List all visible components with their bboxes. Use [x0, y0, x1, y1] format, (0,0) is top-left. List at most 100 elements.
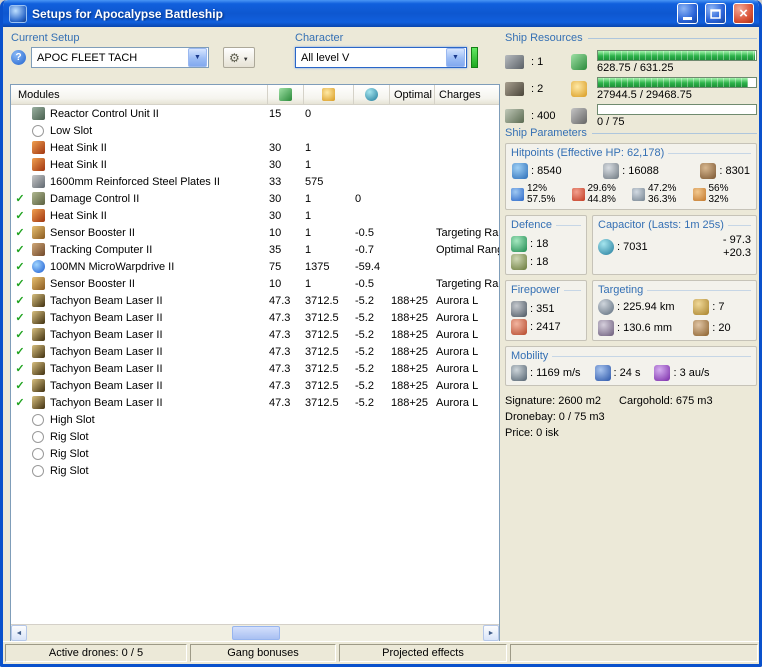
module-charge[interactable]: Targeting Ran	[434, 278, 499, 290]
module-charge[interactable]: Aurora L	[434, 312, 499, 324]
titlebar[interactable]: Setups for Apocalypse Battleship	[3, 0, 759, 27]
charges-column-header[interactable]: Charges	[434, 85, 499, 104]
module-name: Tracking Computer II	[50, 243, 153, 256]
heat-sink-icon	[31, 158, 45, 171]
empty-slot-icon	[32, 464, 44, 477]
setups-window: Setups for Apocalypse Battleship Current…	[0, 0, 762, 667]
module-active-checkmark[interactable]: ✓	[11, 328, 29, 341]
heat-sink-icon	[31, 141, 45, 154]
active-drones-panel: Active drones: 0 / 5	[5, 644, 187, 662]
module-charge[interactable]: Aurora L	[434, 329, 499, 341]
module-row[interactable]: ✓ Tachyon Beam Laser II 47.3 3712.5 -5.2…	[11, 377, 499, 394]
maximize-button[interactable]	[705, 3, 726, 24]
module-row[interactable]: High Slot	[11, 411, 499, 428]
modules-column-header[interactable]: Modules	[11, 89, 267, 101]
module-active-checkmark[interactable]: ✓	[11, 396, 29, 409]
minimize-button[interactable]	[677, 3, 698, 24]
module-active-checkmark[interactable]: ✓	[11, 311, 29, 324]
module-active-checkmark[interactable]: ✓	[11, 294, 29, 307]
client-area: Current Setup ? APOC FLEET TACH Characte…	[3, 27, 759, 664]
module-row[interactable]: ✓ Tachyon Beam Laser II 47.3 3712.5 -5.2…	[11, 343, 499, 360]
resist-cell: 47.2% 36.3%	[632, 183, 691, 205]
setup-combobox-value: APOC FLEET TACH	[37, 51, 138, 64]
module-capacitor: -5.2	[355, 379, 374, 392]
scrollbar-thumb[interactable]	[232, 626, 281, 640]
gang-bonuses-panel[interactable]: Gang bonuses	[190, 644, 336, 662]
modules-list: Reactor Control Unit II 15 0 Low Slot He…	[11, 105, 499, 624]
module-row[interactable]: ✓ Sensor Booster II 10 1 -0.5 Targeting …	[11, 275, 499, 292]
module-row[interactable]: Reactor Control Unit II 15 0	[11, 105, 499, 122]
horizontal-scrollbar[interactable]	[11, 624, 499, 641]
module-row[interactable]: Rig Slot	[11, 462, 499, 479]
scan-resolution-icon	[598, 320, 614, 336]
module-active-checkmark[interactable]: ✓	[11, 260, 29, 273]
structure-hp-icon	[700, 163, 717, 179]
firepower-box: Firepower : 351 : 2417	[505, 280, 587, 341]
scrollbar-track[interactable]	[27, 625, 483, 641]
module-active-checkmark[interactable]: ✓	[11, 209, 29, 222]
module-row[interactable]: Heat Sink II 30 1	[11, 156, 499, 173]
capacitor-amount: : 7031	[617, 241, 648, 253]
module-charge[interactable]: Targeting Ran	[434, 227, 499, 239]
tools-icon	[229, 51, 240, 65]
module-active-checkmark[interactable]: ✓	[11, 362, 29, 375]
defence-value-2: : 18	[530, 256, 549, 268]
module-row[interactable]: ✓ Tracking Computer II 35 1 -0.7 Optimal…	[11, 241, 499, 258]
character-combobox[interactable]: All level V	[295, 47, 467, 68]
module-row[interactable]: ✓ Tachyon Beam Laser II 47.3 3712.5 -5.2…	[11, 326, 499, 343]
module-powergrid: 1	[305, 209, 312, 222]
close-button[interactable]	[733, 3, 754, 24]
capacitor-box: Capacitor (Lasts: 1m 25s) : 7031 - 97.3 …	[592, 215, 757, 275]
optimal-column-header[interactable]: Optimal	[389, 85, 434, 104]
scroll-left-button[interactable]	[11, 625, 27, 641]
setup-combobox[interactable]: APOC FLEET TACH	[31, 47, 209, 68]
module-row[interactable]: ✓ Damage Control II 30 1 0	[11, 190, 499, 207]
module-capacitor: -5.2	[355, 294, 374, 307]
thermal-resist-icon	[571, 187, 585, 201]
module-active-checkmark[interactable]: ✓	[11, 277, 29, 290]
module-row[interactable]: ✓ Sensor Booster II 10 1 -0.5 Targeting …	[11, 224, 499, 241]
module-cpu: 33	[269, 175, 282, 188]
module-capacitor: -5.2	[355, 396, 374, 409]
module-row[interactable]: ✓ Tachyon Beam Laser II 47.3 3712.5 -5.2…	[11, 394, 499, 411]
module-row[interactable]: ✓ Heat Sink II 30 1	[11, 207, 499, 224]
character-combobox-arrow-icon[interactable]	[446, 48, 465, 67]
module-active-checkmark[interactable]: ✓	[11, 243, 29, 256]
signature-text: Signature: 2600 m2	[505, 395, 602, 407]
mwd-icon	[31, 260, 45, 273]
resist-cell: 56% 32%	[692, 183, 752, 205]
setup-tools-button[interactable]	[223, 47, 255, 68]
scroll-right-button[interactable]	[483, 625, 499, 641]
reactor-control-icon	[31, 107, 45, 120]
module-name: Sensor Booster II	[50, 277, 135, 290]
projected-effects-panel[interactable]: Projected effects	[339, 644, 507, 662]
module-active-checkmark[interactable]: ✓	[11, 192, 29, 205]
help-icon[interactable]: ?	[11, 50, 26, 65]
module-row[interactable]: Low Slot	[11, 122, 499, 139]
module-charge[interactable]: Aurora L	[434, 397, 499, 409]
module-active-checkmark[interactable]: ✓	[11, 345, 29, 358]
module-charge[interactable]: Aurora L	[434, 295, 499, 307]
module-row[interactable]: ✓ Tachyon Beam Laser II 47.3 3712.5 -5.2…	[11, 360, 499, 377]
module-charge[interactable]: Aurora L	[434, 380, 499, 392]
module-charge[interactable]: Aurora L	[434, 363, 499, 375]
module-active-checkmark[interactable]: ✓	[11, 226, 29, 239]
setup-combobox-arrow-icon[interactable]	[188, 48, 207, 67]
maximize-icon	[710, 8, 721, 19]
module-charge[interactable]: Aurora L	[434, 346, 499, 358]
module-charge[interactable]: Optimal Rang	[434, 244, 499, 256]
module-powergrid: 3712.5	[305, 396, 339, 409]
chevron-down-icon	[243, 52, 249, 64]
module-row[interactable]: 1600mm Reinforced Steel Plates II 33 575	[11, 173, 499, 190]
module-row[interactable]: ✓ Tachyon Beam Laser II 47.3 3712.5 -5.2…	[11, 292, 499, 309]
module-cpu: 10	[269, 277, 282, 290]
armor-hp-icon	[603, 163, 620, 179]
module-active-checkmark[interactable]: ✓	[11, 379, 29, 392]
module-row[interactable]: Rig Slot	[11, 428, 499, 445]
module-row[interactable]: Rig Slot	[11, 445, 499, 462]
module-row[interactable]: ✓ 100MN MicroWarpdrive II 75 1375 -59.4	[11, 258, 499, 275]
module-name: Tachyon Beam Laser II	[50, 379, 163, 392]
shield-resist-value: 12%	[527, 183, 548, 194]
module-row[interactable]: ✓ Tachyon Beam Laser II 47.3 3712.5 -5.2…	[11, 309, 499, 326]
module-row[interactable]: Heat Sink II 30 1	[11, 139, 499, 156]
